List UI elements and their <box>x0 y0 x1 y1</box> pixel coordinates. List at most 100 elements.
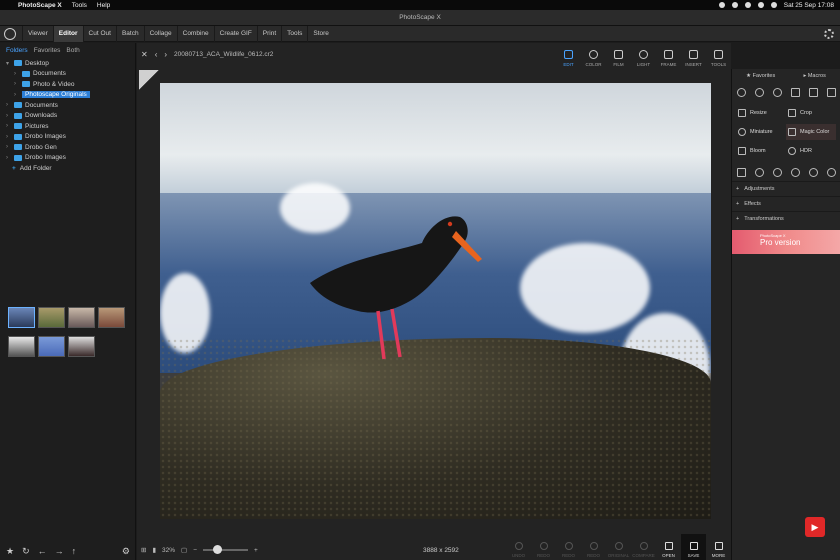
zoom-slider[interactable] <box>203 545 248 554</box>
tree-item[interactable]: › Drobo Gen <box>6 142 135 153</box>
more-button[interactable]: MORE <box>706 534 731 560</box>
tool-color[interactable]: COLOR <box>581 43 606 69</box>
tab-favorites[interactable]: Favorites <box>34 47 61 54</box>
tree-item[interactable]: ▾ Desktop <box>6 58 135 69</box>
chevron-left-icon[interactable]: ‹ <box>155 50 158 59</box>
chevron-right-icon[interactable]: › <box>6 144 14 150</box>
thumbnail[interactable] <box>38 307 65 328</box>
arrow-right-icon[interactable]: → <box>55 546 64 556</box>
filter-preset-icon[interactable] <box>808 167 818 177</box>
split-view-icon[interactable]: ▮ <box>152 546 156 554</box>
filter-preset-icon[interactable] <box>790 167 800 177</box>
redo-all-button[interactable]: REDO <box>581 534 606 560</box>
chevron-right-icon[interactable]: › <box>6 102 14 108</box>
youtube-play-icon[interactable]: ▶ <box>805 517 825 537</box>
tab-store[interactable]: Store <box>307 25 334 42</box>
tab-print[interactable]: Print <box>256 25 281 42</box>
close-icon[interactable]: ✕ <box>141 50 148 59</box>
crop-button[interactable]: Crop <box>786 105 836 121</box>
battery-icon[interactable] <box>770 2 777 8</box>
filter-preset-icon[interactable] <box>772 167 782 177</box>
tool-frame[interactable]: FRAME <box>656 43 681 69</box>
settings-gear-icon[interactable] <box>824 28 834 39</box>
tree-item-selected[interactable]: › Photoscape Originals <box>6 90 135 101</box>
straighten-icon[interactable] <box>772 87 782 97</box>
chevron-right-icon[interactable]: › <box>14 71 22 77</box>
section-transformations[interactable]: + Transformations <box>732 211 840 226</box>
zoom-in-icon[interactable]: + <box>254 547 258 554</box>
tab-macros[interactable]: ▸ Macros <box>804 73 826 79</box>
zoom-level[interactable]: 32% <box>162 547 175 554</box>
gear-icon[interactable]: ⚙ <box>122 546 130 557</box>
pro-version-banner[interactable]: PhotoScape X Pro version <box>732 230 840 254</box>
rotate-left-icon[interactable] <box>736 87 746 97</box>
chevron-right-icon[interactable]: › <box>6 123 14 129</box>
hdr-button[interactable]: HDR <box>786 143 836 159</box>
arrow-up-icon[interactable]: ↑ <box>72 546 77 556</box>
undo-button[interactable]: UNDO <box>506 534 531 560</box>
dropbox-icon[interactable] <box>731 2 738 8</box>
tab-viewer[interactable]: Viewer <box>22 25 53 42</box>
status-icon[interactable] <box>718 2 725 8</box>
zoom-out-icon[interactable]: − <box>193 547 197 554</box>
tree-item[interactable]: › Documents <box>6 100 135 111</box>
tab-both[interactable]: Both <box>66 47 79 54</box>
tab-create-gif[interactable]: Create GIF <box>213 25 257 42</box>
thumbnail[interactable] <box>38 336 65 357</box>
flip-vertical-icon[interactable] <box>808 87 818 97</box>
rotate-icon[interactable]: ↻ <box>22 546 30 557</box>
tree-item[interactable]: › Documents <box>6 69 135 80</box>
wifi-icon[interactable] <box>757 2 764 8</box>
compare-button[interactable]: COMPARE <box>631 534 656 560</box>
open-button[interactable]: OPEN <box>656 534 681 560</box>
section-adjustments[interactable]: + Adjustments <box>732 181 840 196</box>
zoom-slider-knob[interactable] <box>213 545 222 554</box>
tool-light[interactable]: LIGHT <box>631 43 656 69</box>
fit-icon[interactable]: ▢ <box>181 546 187 554</box>
chevron-right-icon[interactable]: › <box>14 92 22 98</box>
magic-color-button[interactable]: Magic Color <box>786 124 836 140</box>
tab-collage[interactable]: Collage <box>143 25 177 42</box>
filter-list-icon[interactable] <box>736 167 746 177</box>
tree-item[interactable]: › Photo & Video <box>6 79 135 90</box>
tab-cut-out[interactable]: Cut Out <box>82 25 116 42</box>
tab-batch[interactable]: Batch <box>115 25 144 42</box>
tab-editor[interactable]: Editor <box>52 25 83 42</box>
chevron-right-icon[interactable]: › <box>6 134 14 140</box>
redo-button[interactable]: REDO <box>556 534 581 560</box>
flip-horizontal-icon[interactable] <box>790 87 800 97</box>
menu-app-name[interactable]: PhotoScape X <box>18 2 62 9</box>
add-folder-button[interactable]: + Add Folder <box>6 163 135 174</box>
chevron-down-icon[interactable]: ▾ <box>6 60 14 67</box>
grid-icon[interactable]: ⊞ <box>141 546 146 554</box>
cloud-icon[interactable] <box>744 2 751 8</box>
star-icon[interactable]: ★ <box>6 546 14 557</box>
tool-tools[interactable]: TOOLS <box>706 43 731 69</box>
section-effects[interactable]: + Effects <box>732 196 840 211</box>
perspective-icon[interactable] <box>826 87 836 97</box>
drop-icon[interactable] <box>826 167 836 177</box>
original-button[interactable]: ORIGINAL <box>606 534 631 560</box>
menubar-clock[interactable]: Sat 25 Sep 17:08 <box>784 2 834 9</box>
tool-edit[interactable]: EDIT <box>556 43 581 69</box>
thumbnail[interactable] <box>68 336 95 357</box>
bloom-button[interactable]: Bloom <box>736 143 786 159</box>
resize-button[interactable]: Resize <box>736 105 786 121</box>
thumbnail[interactable] <box>68 307 95 328</box>
tree-item[interactable]: › Pictures <box>6 121 135 132</box>
tree-item[interactable]: › Downloads <box>6 111 135 122</box>
tool-film[interactable]: FILM <box>606 43 631 69</box>
filter-preset-icon[interactable] <box>754 167 764 177</box>
arrow-left-icon[interactable]: ← <box>38 546 47 556</box>
tab-favorites-tools[interactable]: ★ Favorites <box>746 73 775 79</box>
tab-tools[interactable]: Tools <box>281 25 307 42</box>
chevron-right-icon[interactable]: › <box>164 50 167 59</box>
chevron-right-icon[interactable]: › <box>6 155 14 161</box>
menu-tools[interactable]: Tools <box>72 2 87 9</box>
tool-insert[interactable]: INSERT <box>681 43 706 69</box>
thumbnail[interactable] <box>8 307 35 328</box>
thumbnail[interactable] <box>8 336 35 357</box>
tab-folders[interactable]: Folders <box>6 47 28 54</box>
rotate-right-icon[interactable] <box>754 87 764 97</box>
undo-all-button[interactable]: REDO <box>531 534 556 560</box>
